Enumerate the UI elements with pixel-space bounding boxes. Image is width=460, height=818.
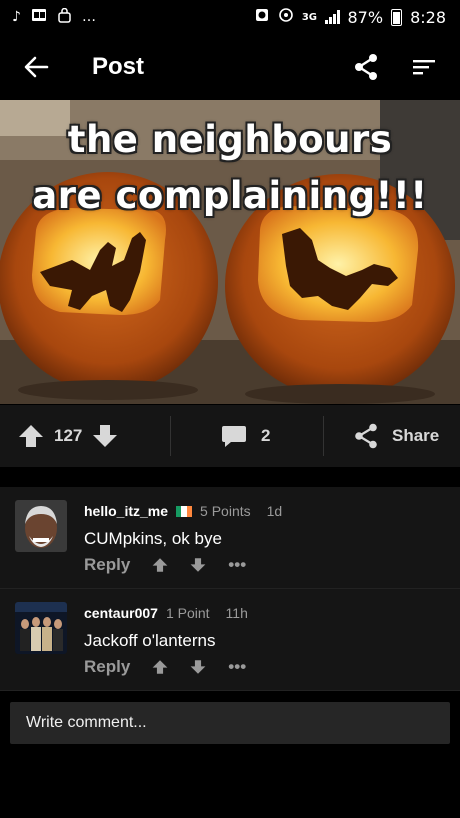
comment-item: centaur007 1 Point 11h Jackoff o'lantern… [0, 589, 460, 691]
avatar[interactable] [15, 602, 67, 654]
outlook-icon [31, 8, 47, 26]
comment-list: hello_itz_me 5 Points 1d CUMpkins, ok by… [0, 487, 460, 691]
comment-actions: Reply ••• [84, 657, 246, 677]
share-label: Share [392, 426, 440, 445]
sort-icon [413, 60, 435, 75]
share-button[interactable]: Share [324, 405, 460, 467]
upvote-count: 127 [54, 426, 83, 445]
comment-points: 1 Point [165, 605, 210, 621]
status-left: ♪ … [0, 7, 96, 27]
avatar-image [15, 500, 67, 552]
upvote-icon [19, 425, 43, 447]
comment-points: 5 Points [200, 503, 251, 519]
comment-header: hello_itz_me 5 Points 1d [84, 503, 282, 519]
status-right: 3G 87% 8:28 [254, 7, 460, 27]
sync-icon [278, 7, 294, 27]
downvote-button[interactable] [92, 424, 118, 448]
comment-more-button[interactable]: ••• [228, 657, 246, 677]
comment-count: 2 [261, 426, 271, 445]
ireland-flag-icon [176, 505, 193, 517]
reply-button[interactable]: Reply [84, 657, 130, 677]
comment-age: 1d [266, 503, 283, 519]
comment-upvote-button[interactable] [152, 557, 168, 573]
comment-icon [222, 426, 246, 447]
sort-button[interactable] [404, 47, 444, 87]
downvote-icon [190, 660, 206, 674]
downvote-icon [93, 425, 118, 447]
vote-group: 127 [0, 405, 170, 467]
battery-percent: 87% [347, 7, 384, 27]
share-icon [355, 423, 377, 449]
more-icon: … [81, 9, 96, 25]
network-type: 3G [301, 11, 317, 23]
meme-caption-line2: are complaining!!! [32, 174, 428, 217]
upvote-button[interactable] [18, 424, 44, 448]
share-post-button[interactable] [346, 47, 386, 87]
signal-icon [325, 10, 340, 24]
back-arrow-icon [24, 56, 49, 78]
downvote-icon [190, 558, 206, 572]
meme-caption-line1: the neighbours [67, 118, 393, 161]
comment-username[interactable]: hello_itz_me [84, 503, 168, 519]
post-image[interactable]: the neighbours are complaining!!! [0, 100, 460, 404]
reply-button[interactable]: Reply [84, 555, 130, 575]
avatar[interactable] [15, 500, 67, 552]
alarm-icon [254, 7, 270, 27]
back-button[interactable] [10, 41, 62, 93]
comment-header: centaur007 1 Point 11h [84, 605, 248, 621]
clock: 8:28 [410, 7, 446, 27]
music-note-icon: ♪ [12, 9, 21, 25]
upvote-icon [152, 660, 168, 674]
share-icon [355, 54, 377, 80]
comment-item: hello_itz_me 5 Points 1d CUMpkins, ok by… [0, 487, 460, 589]
status-bar: ♪ … 3G 87% 8:28 [0, 0, 460, 34]
comment-username[interactable]: centaur007 [84, 605, 158, 621]
post-action-bar: 127 2 Share [0, 405, 460, 467]
write-comment-placeholder: Write comment... [26, 714, 147, 731]
comment-more-button[interactable]: ••• [228, 555, 246, 575]
comment-text: CUMpkins, ok bye [84, 529, 222, 548]
battery-icon [391, 8, 403, 26]
page-title: Post [92, 53, 145, 80]
app-bar: Post [0, 34, 460, 100]
comment-upvote-button[interactable] [152, 659, 168, 675]
avatar-image [15, 602, 67, 654]
comment-downvote-button[interactable] [190, 557, 206, 573]
comments-button[interactable]: 2 [171, 405, 323, 467]
comment-text: Jackoff o'lanterns [84, 631, 216, 650]
comment-age: 11h [225, 605, 248, 621]
comment-downvote-button[interactable] [190, 659, 206, 675]
bag-icon [57, 7, 72, 27]
comment-actions: Reply ••• [84, 555, 246, 575]
app-actions [346, 47, 460, 87]
write-comment-input[interactable]: Write comment... [10, 702, 450, 744]
upvote-icon [152, 558, 168, 572]
